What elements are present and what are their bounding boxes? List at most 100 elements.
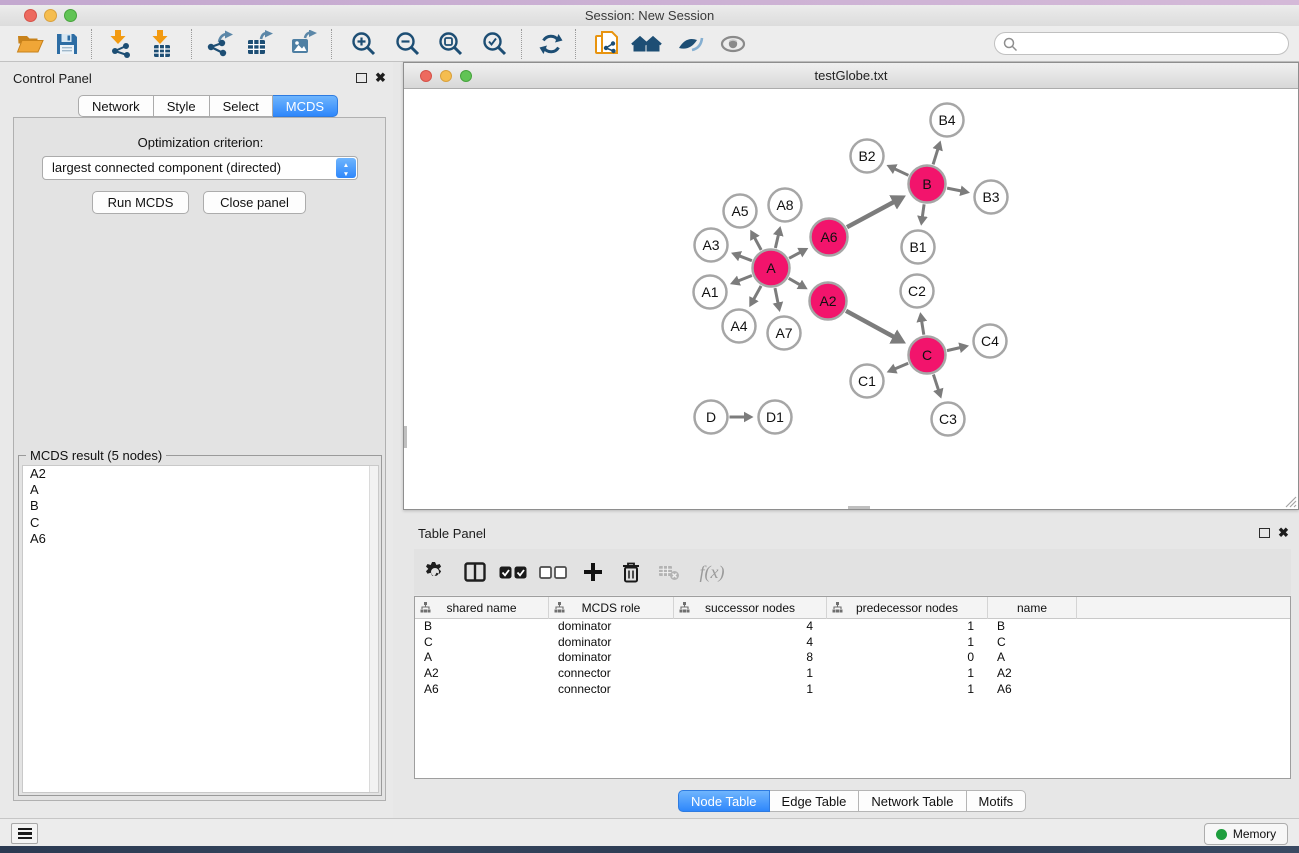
import-table-icon[interactable] [145,28,179,60]
table-row[interactable]: A2connector11A2 [415,666,1290,682]
cell-shared-name[interactable]: C [415,635,549,651]
table-row[interactable]: Bdominator41B [415,619,1290,635]
close-table-panel-icon[interactable]: ✖ [1278,527,1289,539]
select-all-columns-icon[interactable] [494,556,532,588]
edge-C-C1[interactable] [895,363,909,369]
cell-name[interactable]: A2 [988,666,1077,682]
edge-A2-C[interactable] [846,311,895,338]
zoom-in-icon[interactable] [347,28,381,60]
zoom-selected-icon[interactable] [478,28,512,60]
tab-motifs[interactable]: Motifs [967,790,1027,812]
cell-MCDS-role[interactable]: connector [549,666,674,682]
cell-MCDS-role[interactable]: dominator [549,650,674,666]
export-image-icon[interactable] [287,28,321,60]
column-header-successor-nodes[interactable]: successor nodes [674,597,827,619]
cell-successor-nodes[interactable]: 8 [674,650,827,666]
edge-C-C4[interactable] [947,348,961,351]
show-hide-panels-icon[interactable] [716,28,750,60]
delete-table-icon[interactable] [650,556,688,588]
node-table[interactable]: shared nameMCDS rolesuccessor nodesprede… [414,596,1291,779]
show-task-history-button[interactable] [11,823,38,844]
float-panel-icon[interactable] [356,73,367,83]
table-row[interactable]: A6connector11A6 [415,682,1290,698]
deselect-all-columns-icon[interactable] [532,556,574,588]
edge-A-A4[interactable] [754,286,762,300]
edge-C-C3[interactable] [933,375,938,391]
mcds-result-item[interactable]: A6 [23,531,378,547]
criterion-dropdown[interactable]: largest connected component (directed) ▲… [42,156,358,180]
import-network-icon[interactable] [103,28,137,60]
show-graphics-details-icon[interactable] [674,28,708,60]
mcds-result-item[interactable]: A [23,482,378,498]
tab-edge-table[interactable]: Edge Table [770,790,860,812]
edge-A6-B[interactable] [847,202,895,228]
cell-MCDS-role[interactable]: dominator [549,619,674,635]
search-box[interactable] [994,32,1289,55]
mcds-result-list[interactable]: A2ABCA6 [22,465,379,793]
cell-successor-nodes[interactable]: 4 [674,619,827,635]
apply-preferred-layout-icon[interactable] [534,28,568,60]
edge-A-A8[interactable] [775,234,778,248]
zoom-out-icon[interactable] [391,28,425,60]
cell-name[interactable]: C [988,635,1077,651]
float-table-panel-icon[interactable] [1259,528,1270,538]
function-builder-icon[interactable]: f(x) [688,556,736,588]
export-network-icon[interactable] [203,28,237,60]
reset-network-view-icon[interactable] [630,28,664,60]
table-row[interactable]: Cdominator41C [415,635,1290,651]
tab-node-table[interactable]: Node Table [678,790,770,812]
cell-predecessor-nodes[interactable]: 1 [827,666,988,682]
column-header-name[interactable]: name [988,597,1077,619]
close-panel-button[interactable]: Close panel [203,191,306,214]
cell-successor-nodes[interactable]: 1 [674,666,827,682]
edge-A-A1[interactable] [738,276,752,282]
memory-button[interactable]: Memory [1204,823,1288,845]
edge-B-B2[interactable] [894,169,908,176]
edge-C-C2[interactable] [922,321,924,335]
cell-predecessor-nodes[interactable]: 1 [827,619,988,635]
edge-A-A5[interactable] [754,237,761,250]
delete-columns-icon[interactable] [612,556,650,588]
save-session-icon[interactable] [50,28,84,60]
clone-network-icon[interactable] [590,28,624,60]
edge-B-B4[interactable] [933,149,938,165]
close-panel-icon[interactable]: ✖ [375,72,386,84]
open-session-icon[interactable] [13,28,47,60]
cell-successor-nodes[interactable]: 1 [674,682,827,698]
mcds-result-item[interactable]: C [23,515,378,531]
horizontal-scroll-nub[interactable] [848,506,870,509]
cell-MCDS-role[interactable]: connector [549,682,674,698]
cell-shared-name[interactable]: B [415,619,549,635]
tab-network[interactable]: Network [78,95,154,117]
network-graph[interactable]: B4B2BB3A8A5A6A3B1AA1C2A2A4A7C4CC1C3DD1 [404,89,1298,509]
cell-predecessor-nodes[interactable]: 0 [827,650,988,666]
network-graph-canvas[interactable]: B4B2BB3A8A5A6A3B1AA1C2A2A4A7C4CC1C3DD1 [404,89,1298,509]
edge-B-B1[interactable] [922,204,924,217]
cell-name[interactable]: B [988,619,1077,635]
column-header-shared-name[interactable]: shared name [415,597,549,619]
resize-grip[interactable] [1284,495,1297,508]
edge-B-B3[interactable] [947,188,961,191]
cell-name[interactable]: A [988,650,1077,666]
show-column-icon[interactable] [456,556,494,588]
export-table-icon[interactable] [243,28,277,60]
vertical-scroll-nub[interactable] [404,426,407,448]
table-settings-icon[interactable] [414,556,456,588]
cell-predecessor-nodes[interactable]: 1 [827,682,988,698]
cell-predecessor-nodes[interactable]: 1 [827,635,988,651]
column-header-MCDS-role[interactable]: MCDS role [549,597,674,619]
column-header-predecessor-nodes[interactable]: predecessor nodes [827,597,988,619]
cell-shared-name[interactable]: A2 [415,666,549,682]
mcds-result-item[interactable]: B [23,498,378,514]
zoom-fit-icon[interactable] [434,28,468,60]
mcds-result-item[interactable]: A2 [23,466,378,482]
tab-style[interactable]: Style [154,95,210,117]
cell-shared-name[interactable]: A [415,650,549,666]
tab-network-table[interactable]: Network Table [859,790,966,812]
run-mcds-button[interactable]: Run MCDS [92,191,189,214]
cell-shared-name[interactable]: A6 [415,682,549,698]
edge-A-A6[interactable] [789,252,801,258]
table-row[interactable]: Adominator80A [415,650,1290,666]
scrollbar-track[interactable] [369,466,378,792]
tab-select[interactable]: Select [210,95,273,117]
